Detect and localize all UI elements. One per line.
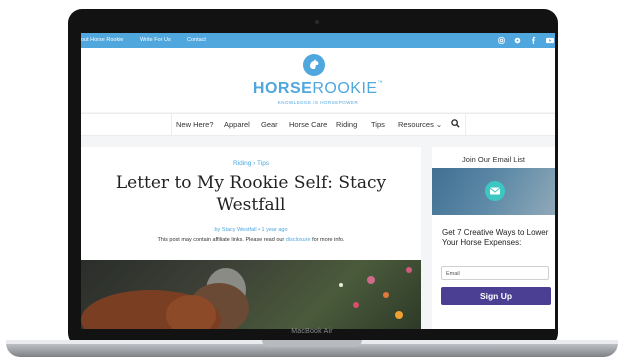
affiliate-disclaimer: This post may contain affiliate links. P…	[81, 237, 421, 243]
site-tagline: KNOWLEDGE IS HORSEPOWER	[277, 100, 359, 105]
nav-item-resources[interactable]: Resources ⌄	[398, 120, 442, 129]
nav-item-apparel[interactable]: Apparel	[224, 120, 250, 129]
article-hero-image	[81, 260, 421, 329]
mail-icon	[485, 181, 505, 201]
device-label: MacBook Air	[291, 328, 333, 335]
instagram-icon[interactable]	[498, 37, 505, 44]
logo-bold: HORSE	[252, 80, 313, 97]
widget-heading: Get 7 Creative Ways to Lower Your Horse …	[442, 228, 549, 247]
article-byline[interactable]: by Stacy Westfall • 1 year ago	[81, 227, 421, 233]
email-signup-widget: Join Our Email List Get 7 Creative Ways …	[432, 147, 555, 329]
disclaimer-prefix: This post may contain affiliate links. P…	[157, 237, 286, 243]
site-header: HORSEROOKIE™ KNOWLEDGE IS HORSEPOWER	[81, 48, 555, 112]
nav-item-gear[interactable]: Gear	[261, 120, 278, 129]
laptop-notch	[262, 340, 362, 347]
main-nav: New Here? Apparel Gear Horse Care Riding…	[81, 113, 555, 136]
camera-icon	[315, 20, 319, 24]
nav-divider	[171, 114, 172, 135]
top-bar: out Horse Rookie Write For Us Contact	[81, 33, 555, 48]
sign-up-button[interactable]: Sign Up	[441, 287, 551, 305]
widget-title: Join Our Email List	[462, 155, 525, 164]
nav-item-new-here[interactable]: New Here?	[176, 120, 214, 129]
nav-divider	[465, 114, 466, 135]
nav-item-horse-care[interactable]: Horse Care	[289, 120, 327, 129]
site-logo-wordmark[interactable]: HORSEROOKIE™	[221, 80, 415, 98]
email-field[interactable]: Email	[441, 266, 549, 280]
widget-image	[432, 168, 555, 215]
topbar-link-write-for-us[interactable]: Write For Us	[140, 37, 171, 43]
nav-item-riding[interactable]: Riding	[336, 120, 357, 129]
article-card: Riding › Tips Letter to My Rookie Self: …	[81, 147, 421, 329]
logo-light: ROOKIE	[312, 80, 378, 97]
horse-logo-icon[interactable]	[303, 54, 325, 76]
topbar-link-about[interactable]: out Horse Rookie	[81, 37, 124, 43]
article-category[interactable]: Riding › Tips	[81, 160, 421, 167]
topbar-link-contact[interactable]: Contact	[187, 37, 206, 43]
pinterest-icon[interactable]	[514, 37, 521, 44]
article-title: Letter to My Rookie Self: Stacy Westfall	[115, 173, 387, 215]
browser-viewport: out Horse Rookie Write For Us Contact HO…	[81, 33, 555, 329]
disclosure-link[interactable]: disclosure	[286, 237, 311, 243]
nav-item-tips[interactable]: Tips	[371, 120, 385, 129]
search-icon[interactable]	[451, 119, 460, 130]
logo-trademark: ™	[377, 80, 384, 86]
disclaimer-suffix: for more info.	[310, 237, 345, 243]
facebook-icon[interactable]	[530, 37, 537, 44]
youtube-icon[interactable]	[546, 37, 554, 44]
